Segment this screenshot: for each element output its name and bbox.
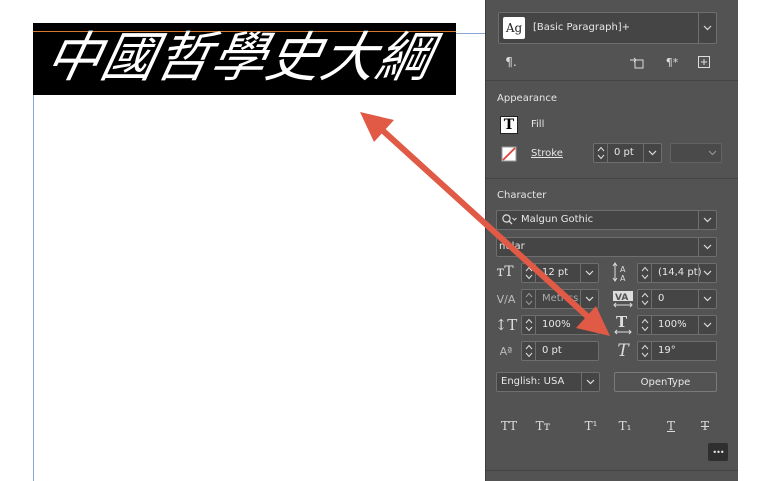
font-size-field[interactable]: 12 pt [521, 263, 599, 283]
chevron-down-icon[interactable] [643, 144, 661, 162]
superscript-button[interactable]: T¹ [580, 417, 602, 435]
stepper-arrows-icon[interactable] [522, 290, 536, 308]
baseline-shift-value: 0 pt [542, 345, 562, 356]
stepper-arrows-icon[interactable] [522, 342, 536, 360]
svg-text:T: T [616, 313, 628, 331]
skew-icon: T [617, 341, 629, 361]
horizontal-scale-field[interactable]: 100% [637, 315, 717, 335]
svg-text:A: A [620, 265, 626, 274]
font-size-value: 12 pt [542, 267, 569, 278]
chevron-down-icon[interactable] [698, 211, 716, 229]
stepper-arrows-icon[interactable] [638, 316, 652, 334]
stepper-arrows-icon[interactable] [522, 316, 536, 334]
panel-divider [486, 470, 738, 471]
properties-panel: Ag [Basic Paragraph]+ ¶. ¶* Appearance T… [485, 0, 738, 481]
subscript-button[interactable]: T₁ [614, 417, 636, 435]
language-value: English: USA [501, 376, 565, 387]
sync-style-icon[interactable] [628, 54, 646, 70]
horizontal-scale-value: 100% [658, 319, 687, 330]
leading-value: (14,4 pt) [658, 267, 702, 278]
kerning-value: Metrics [542, 293, 579, 304]
leading-icon: AA [612, 261, 632, 283]
vertical-scale-icon: ↕T [494, 316, 518, 334]
underline-button[interactable]: T [660, 417, 682, 435]
tracking-value: 0 [658, 293, 665, 304]
font-family-value: Malgun Gothic [521, 214, 594, 225]
stroke-swatch-icon[interactable] [500, 145, 518, 163]
stepper-arrows-icon[interactable] [638, 264, 652, 282]
chevron-down-icon[interactable] [581, 373, 599, 391]
svg-text:VA: VA [615, 293, 628, 303]
appearance-title: Appearance [497, 93, 558, 104]
small-caps-button[interactable]: Tт [532, 417, 554, 435]
panel-divider [486, 80, 738, 81]
strikethrough-button[interactable]: T [694, 417, 716, 435]
stepper-arrows-icon[interactable] [638, 290, 652, 308]
page-edge [33, 30, 34, 481]
font-style-dropdown[interactable]: nular [496, 237, 717, 257]
paragraph-style-swatch: Ag [503, 17, 525, 39]
opentype-button[interactable]: OpenType [614, 372, 717, 392]
fill-label: Fill [531, 119, 545, 130]
chevron-down-icon[interactable] [580, 264, 598, 282]
panel-divider [486, 178, 738, 179]
headline-text[interactable]: 中國哲學史大綱 [40, 26, 438, 89]
stroke-type-dropdown[interactable] [670, 143, 722, 163]
baseline-shift-icon: Aª [499, 344, 513, 358]
kerning-field[interactable]: Metrics [521, 289, 599, 309]
leading-field[interactable]: (14,4 pt) [637, 263, 717, 283]
pilcrow-new-icon[interactable]: ¶* [662, 54, 682, 70]
document-canvas[interactable]: 中國哲學史大綱 [0, 0, 485, 481]
stepper-arrows-icon[interactable] [594, 144, 608, 162]
chevron-down-icon[interactable] [698, 264, 716, 282]
skew-value: 19° [658, 345, 676, 356]
stepper-arrows-icon[interactable] [638, 342, 652, 360]
vertical-scale-field[interactable]: 100% [521, 315, 599, 335]
font-style-value: nular [499, 241, 525, 252]
new-style-icon[interactable] [696, 54, 712, 70]
tracking-field[interactable]: 0 [637, 289, 717, 309]
canvas-right-strip [738, 0, 759, 481]
font-search-icon[interactable] [500, 211, 518, 229]
chevron-down-icon[interactable] [698, 290, 716, 308]
font-family-dropdown[interactable]: Malgun Gothic [496, 210, 717, 230]
chevron-down-icon[interactable] [580, 290, 598, 308]
skew-field[interactable]: 19° [637, 341, 717, 361]
text-frame[interactable]: 中國哲學史大綱 [33, 23, 456, 95]
chevron-down-icon[interactable] [698, 13, 716, 43]
stroke-label[interactable]: Stroke [531, 148, 563, 159]
vertical-scale-value: 100% [542, 319, 571, 330]
baseline-shift-field[interactable]: 0 pt [521, 341, 599, 361]
stroke-weight-field[interactable]: 0 pt [593, 143, 662, 163]
chevron-down-icon[interactable] [698, 238, 716, 256]
pilcrow-clear-icon[interactable]: ¶. [502, 54, 520, 70]
character-title: Character [497, 190, 547, 201]
language-dropdown[interactable]: English: USA [496, 372, 600, 392]
chevron-down-icon[interactable] [698, 316, 716, 334]
fill-swatch-icon[interactable]: T [500, 116, 518, 134]
all-caps-button[interactable]: TT [498, 417, 520, 435]
paragraph-style-dropdown[interactable]: Ag [Basic Paragraph]+ [498, 12, 717, 44]
paragraph-style-value: [Basic Paragraph]+ [533, 22, 631, 33]
chevron-down-icon[interactable] [703, 144, 721, 162]
more-options-button[interactable]: ••• [708, 443, 728, 461]
horizontal-scale-icon: T [612, 313, 634, 335]
kerning-icon: V/A [496, 292, 516, 306]
tracking-icon: VA [612, 289, 634, 309]
svg-text:A: A [620, 274, 626, 283]
font-size-icon: ᴛT [496, 264, 514, 280]
stroke-weight-value: 0 pt [614, 147, 634, 158]
stepper-arrows-icon[interactable] [522, 264, 536, 282]
